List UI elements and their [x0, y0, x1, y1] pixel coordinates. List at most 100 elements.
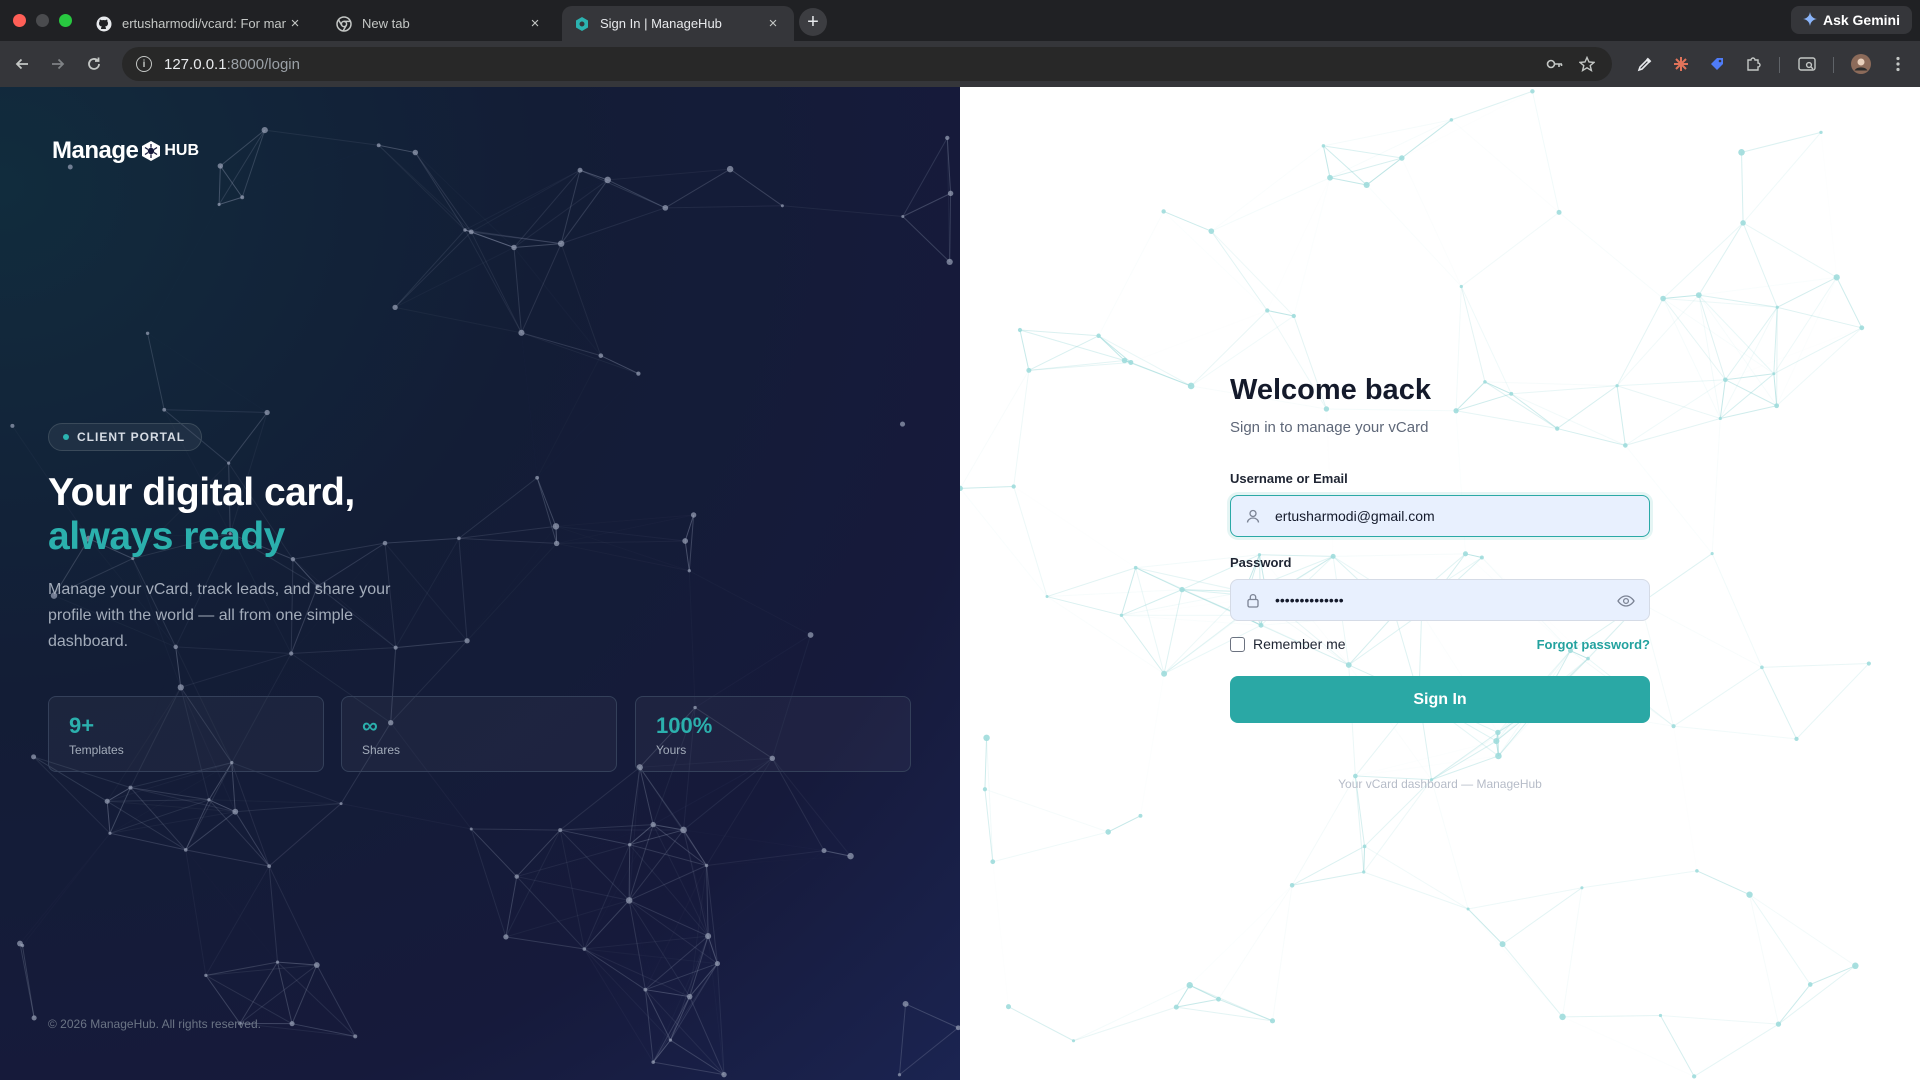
- window-maximize-button[interactable]: [59, 14, 72, 27]
- network-line: [218, 129, 266, 205]
- network-line: [665, 205, 783, 209]
- tab-new-tab[interactable]: New tab ×: [324, 6, 556, 41]
- network-node: [1495, 729, 1501, 736]
- tab-sign-in[interactable]: Sign In | ManageHub ×: [562, 6, 794, 41]
- network-line: [1292, 871, 1364, 886]
- network-node: [204, 973, 208, 978]
- network-node: [290, 557, 296, 562]
- network-node: [67, 164, 73, 170]
- address-bar[interactable]: i 127.0.0.1:8000/login: [122, 47, 1612, 81]
- network-node: [232, 808, 239, 815]
- tab-title: Sign In | ManageHub: [600, 16, 722, 31]
- network-line: [628, 865, 707, 901]
- network-node: [1774, 403, 1780, 409]
- window-minimize-button[interactable]: [36, 14, 49, 27]
- hexagon-logo-icon: [140, 140, 162, 162]
- network-line: [467, 526, 556, 640]
- hero-heading-line2: always ready: [48, 515, 285, 558]
- network-node: [1045, 595, 1049, 599]
- key-icon[interactable]: [1546, 55, 1564, 73]
- window-close-button[interactable]: [13, 14, 26, 27]
- star-icon[interactable]: [1578, 55, 1596, 73]
- logo-wordmark: Manage: [52, 137, 139, 164]
- network-line: [205, 961, 278, 976]
- tag-extension-icon[interactable]: [1706, 53, 1728, 75]
- close-icon[interactable]: ×: [286, 15, 304, 33]
- forgot-password-link[interactable]: Forgot password?: [1536, 637, 1650, 652]
- network-line: [516, 876, 585, 950]
- network-line: [1741, 131, 1822, 153]
- username-input[interactable]: [1275, 508, 1605, 524]
- network-node: [1479, 555, 1484, 560]
- network-node: [636, 371, 641, 376]
- network-line: [241, 129, 266, 198]
- reload-icon[interactable]: [82, 52, 106, 76]
- network-line: [316, 964, 356, 1037]
- username-field[interactable]: [1230, 495, 1650, 537]
- network-line: [218, 165, 221, 205]
- ask-gemini-button[interactable]: Ask Gemini: [1790, 6, 1912, 34]
- network-line: [242, 145, 378, 197]
- new-tab-button[interactable]: +: [799, 8, 827, 36]
- eyedropper-icon[interactable]: [1634, 53, 1656, 75]
- network-line: [1329, 119, 1452, 179]
- network-line: [414, 152, 466, 231]
- more-menu-icon[interactable]: [1887, 53, 1909, 75]
- network-line: [628, 829, 684, 901]
- network-node: [1321, 144, 1326, 148]
- network-node: [1327, 174, 1333, 181]
- network-line: [560, 824, 654, 831]
- back-icon[interactable]: [10, 52, 34, 76]
- network-node: [990, 859, 996, 865]
- network-node: [598, 353, 604, 358]
- tab-github[interactable]: ertusharmodi/vcard: For man ×: [84, 6, 316, 41]
- site-info-icon[interactable]: i: [136, 56, 152, 72]
- network-line: [205, 865, 270, 976]
- sign-in-button[interactable]: Sign In: [1230, 676, 1650, 723]
- extensions-puzzle-icon[interactable]: [1742, 53, 1764, 75]
- network-node: [162, 407, 167, 412]
- network-node: [1128, 359, 1134, 365]
- password-field[interactable]: [1230, 579, 1650, 621]
- show-password-eye-icon[interactable]: [1617, 593, 1635, 609]
- network-line: [706, 758, 773, 866]
- network-line: [1810, 965, 1856, 985]
- close-icon[interactable]: ×: [526, 15, 544, 33]
- password-input[interactable]: [1275, 592, 1605, 608]
- network-line: [629, 900, 670, 1040]
- profile-avatar[interactable]: [1850, 53, 1872, 75]
- managehub-logo[interactable]: Manage HUB: [52, 137, 199, 165]
- side-panel-icon[interactable]: [1796, 53, 1818, 75]
- network-line: [559, 766, 641, 831]
- network-line: [1098, 211, 1165, 337]
- network-line: [1218, 885, 1293, 1000]
- network-line: [1749, 894, 1779, 1025]
- network-node: [1819, 130, 1823, 135]
- network-line: [1531, 91, 1560, 213]
- network-node: [1772, 372, 1776, 376]
- network-line: [521, 332, 639, 375]
- network-line: [689, 570, 811, 636]
- network-line: [1046, 596, 1122, 616]
- remember-me-checkbox[interactable]: [1230, 636, 1245, 652]
- network-node: [10, 423, 15, 428]
- network-line: [1047, 589, 1183, 598]
- network-line: [1121, 591, 1245, 616]
- forward-icon[interactable]: [46, 52, 70, 76]
- claude-extension-icon[interactable]: [1670, 53, 1692, 75]
- network-line: [1662, 298, 1721, 419]
- network-line: [556, 542, 690, 572]
- network-node: [518, 329, 525, 336]
- remember-me[interactable]: Remember me: [1230, 636, 1346, 652]
- network-node: [31, 1015, 37, 1021]
- network-node: [1399, 155, 1405, 161]
- network-line: [1019, 329, 1030, 371]
- network-line: [340, 803, 472, 830]
- stat-card-templates: 9+ Templates: [48, 696, 324, 772]
- close-icon[interactable]: ×: [764, 15, 782, 33]
- network-node: [714, 960, 721, 967]
- network-line: [1699, 152, 1742, 295]
- network-node: [1710, 552, 1714, 556]
- network-node: [339, 802, 343, 806]
- network-line: [1660, 1015, 1695, 1077]
